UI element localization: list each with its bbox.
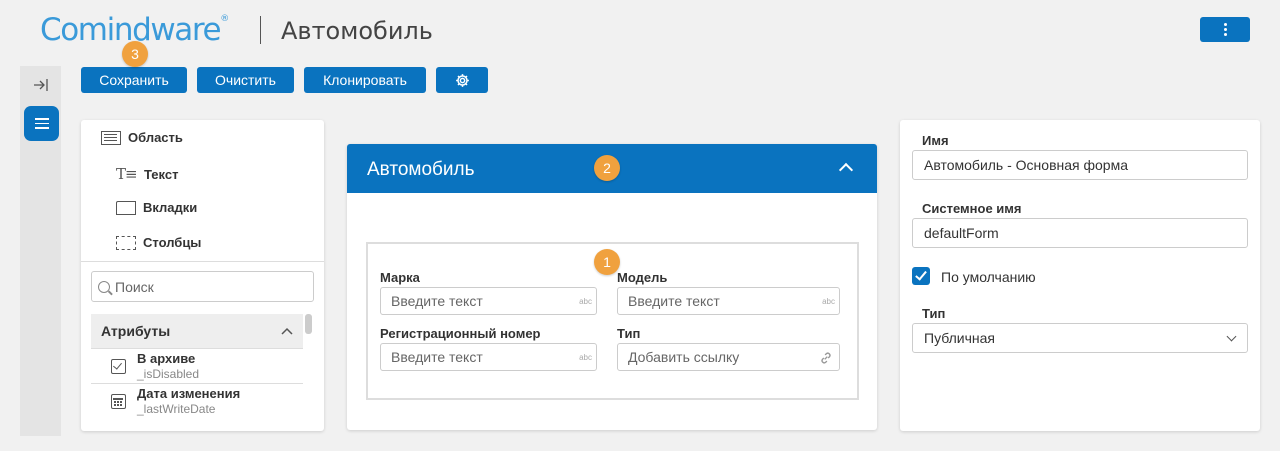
attributes-section-header[interactable]: Атрибуты bbox=[91, 314, 303, 348]
step-badge-3: 3 bbox=[122, 41, 148, 67]
model-placeholder: Введите текст bbox=[628, 293, 720, 309]
clone-button[interactable]: Клонировать bbox=[304, 67, 426, 93]
search-placeholder: Поиск bbox=[115, 278, 154, 295]
toolbox-item-label: Область bbox=[128, 130, 183, 145]
attribute-item[interactable]: Дата изменения _lastWriteDate bbox=[91, 383, 303, 418]
clear-button[interactable]: Очистить bbox=[197, 67, 294, 93]
reg-number-placeholder: Введите текст bbox=[391, 349, 483, 365]
left-rail bbox=[20, 66, 61, 436]
name-field[interactable]: Автомобиль - Основная форма bbox=[912, 150, 1248, 180]
type-select[interactable]: Публичная bbox=[912, 323, 1248, 353]
text-type-icon: abc bbox=[579, 297, 592, 306]
chevron-down-icon bbox=[1226, 331, 1237, 342]
search-icon bbox=[98, 280, 110, 293]
attribute-name: Дата изменения bbox=[137, 386, 241, 401]
attributes-title: Атрибуты bbox=[101, 323, 171, 339]
settings-button[interactable] bbox=[436, 67, 488, 93]
type-value: Публичная bbox=[924, 330, 995, 346]
attribute-item[interactable]: В архиве _isDisabled bbox=[91, 348, 303, 383]
calendar-icon bbox=[111, 394, 126, 409]
divider bbox=[81, 261, 324, 262]
properties-panel: Имя Автомобиль - Основная форма Системно… bbox=[900, 120, 1260, 431]
gear-icon bbox=[455, 73, 469, 87]
field-label-brand: Марка bbox=[380, 270, 420, 285]
search-input[interactable]: Поиск bbox=[91, 271, 314, 302]
text-icon: T≡ bbox=[116, 165, 138, 183]
hamburger-menu-button[interactable] bbox=[24, 106, 59, 141]
toolbox-item-columns[interactable]: Столбцы bbox=[116, 235, 201, 250]
field-label-reg-number: Регистрационный номер bbox=[380, 326, 541, 341]
toolbox-item-area[interactable]: Область bbox=[101, 130, 183, 145]
toolbar: Сохранить Очистить Клонировать bbox=[81, 67, 488, 93]
text-type-icon: abc bbox=[822, 297, 835, 306]
toolbox-panel: Область T≡ Текст Вкладки Столбцы Поиск А… bbox=[81, 120, 324, 431]
tabs-icon bbox=[116, 200, 136, 215]
brand-placeholder: Введите текст bbox=[391, 293, 483, 309]
attribute-system-name: _isDisabled bbox=[137, 367, 200, 381]
system-name-label: Системное имя bbox=[922, 201, 1022, 216]
type-link-placeholder: Добавить ссылку bbox=[628, 349, 740, 365]
more-menu-button[interactable] bbox=[1200, 17, 1250, 42]
reg-number-input[interactable]: Введите текст abc bbox=[380, 343, 597, 371]
hamburger-icon bbox=[34, 115, 49, 132]
name-label: Имя bbox=[922, 133, 949, 148]
form-title: Автомобиль bbox=[367, 159, 475, 180]
attribute-name: В архиве bbox=[137, 351, 196, 366]
toolbox-item-label: Вкладки bbox=[143, 200, 198, 215]
type-label: Тип bbox=[922, 306, 946, 321]
type-link-input[interactable]: Добавить ссылку bbox=[617, 343, 840, 371]
step-badge-2: 2 bbox=[594, 155, 620, 181]
save-button[interactable]: Сохранить bbox=[81, 67, 187, 93]
page-title: Автомобиль bbox=[281, 17, 433, 45]
chevron-up-icon[interactable] bbox=[838, 162, 854, 178]
columns-icon bbox=[116, 235, 136, 250]
name-value: Автомобиль - Основная форма bbox=[924, 157, 1128, 173]
system-name-field[interactable]: defaultForm bbox=[912, 218, 1248, 248]
toolbox-item-tabs[interactable]: Вкладки bbox=[116, 200, 197, 215]
default-label: По умолчанию bbox=[941, 269, 1036, 285]
field-label-model: Модель bbox=[617, 270, 668, 285]
chevron-up-icon bbox=[281, 327, 293, 335]
default-checkbox[interactable] bbox=[912, 267, 930, 285]
attribute-system-name: _lastWriteDate bbox=[137, 402, 216, 416]
brand-input[interactable]: Введите текст abc bbox=[380, 287, 597, 315]
scrollbar[interactable] bbox=[305, 314, 312, 334]
toolbox-item-label: Столбцы bbox=[143, 235, 202, 250]
collapse-right-icon[interactable] bbox=[30, 74, 52, 96]
toolbox-item-text[interactable]: T≡ Текст bbox=[116, 165, 178, 183]
title-divider bbox=[260, 16, 261, 44]
field-label-type: Тип bbox=[617, 326, 641, 341]
more-vertical-icon bbox=[1223, 22, 1227, 37]
text-type-icon: abc bbox=[579, 353, 592, 362]
checkbox-icon bbox=[111, 359, 126, 374]
area-icon bbox=[101, 130, 121, 145]
form-canvas: Автомобиль Марка Введите текст abc Модел… bbox=[347, 144, 877, 430]
system-name-value: defaultForm bbox=[924, 225, 999, 241]
model-input[interactable]: Введите текст abc bbox=[617, 287, 840, 315]
link-icon bbox=[821, 352, 831, 364]
step-badge-1: 1 bbox=[594, 249, 620, 275]
toolbox-item-label: Текст bbox=[144, 166, 179, 182]
